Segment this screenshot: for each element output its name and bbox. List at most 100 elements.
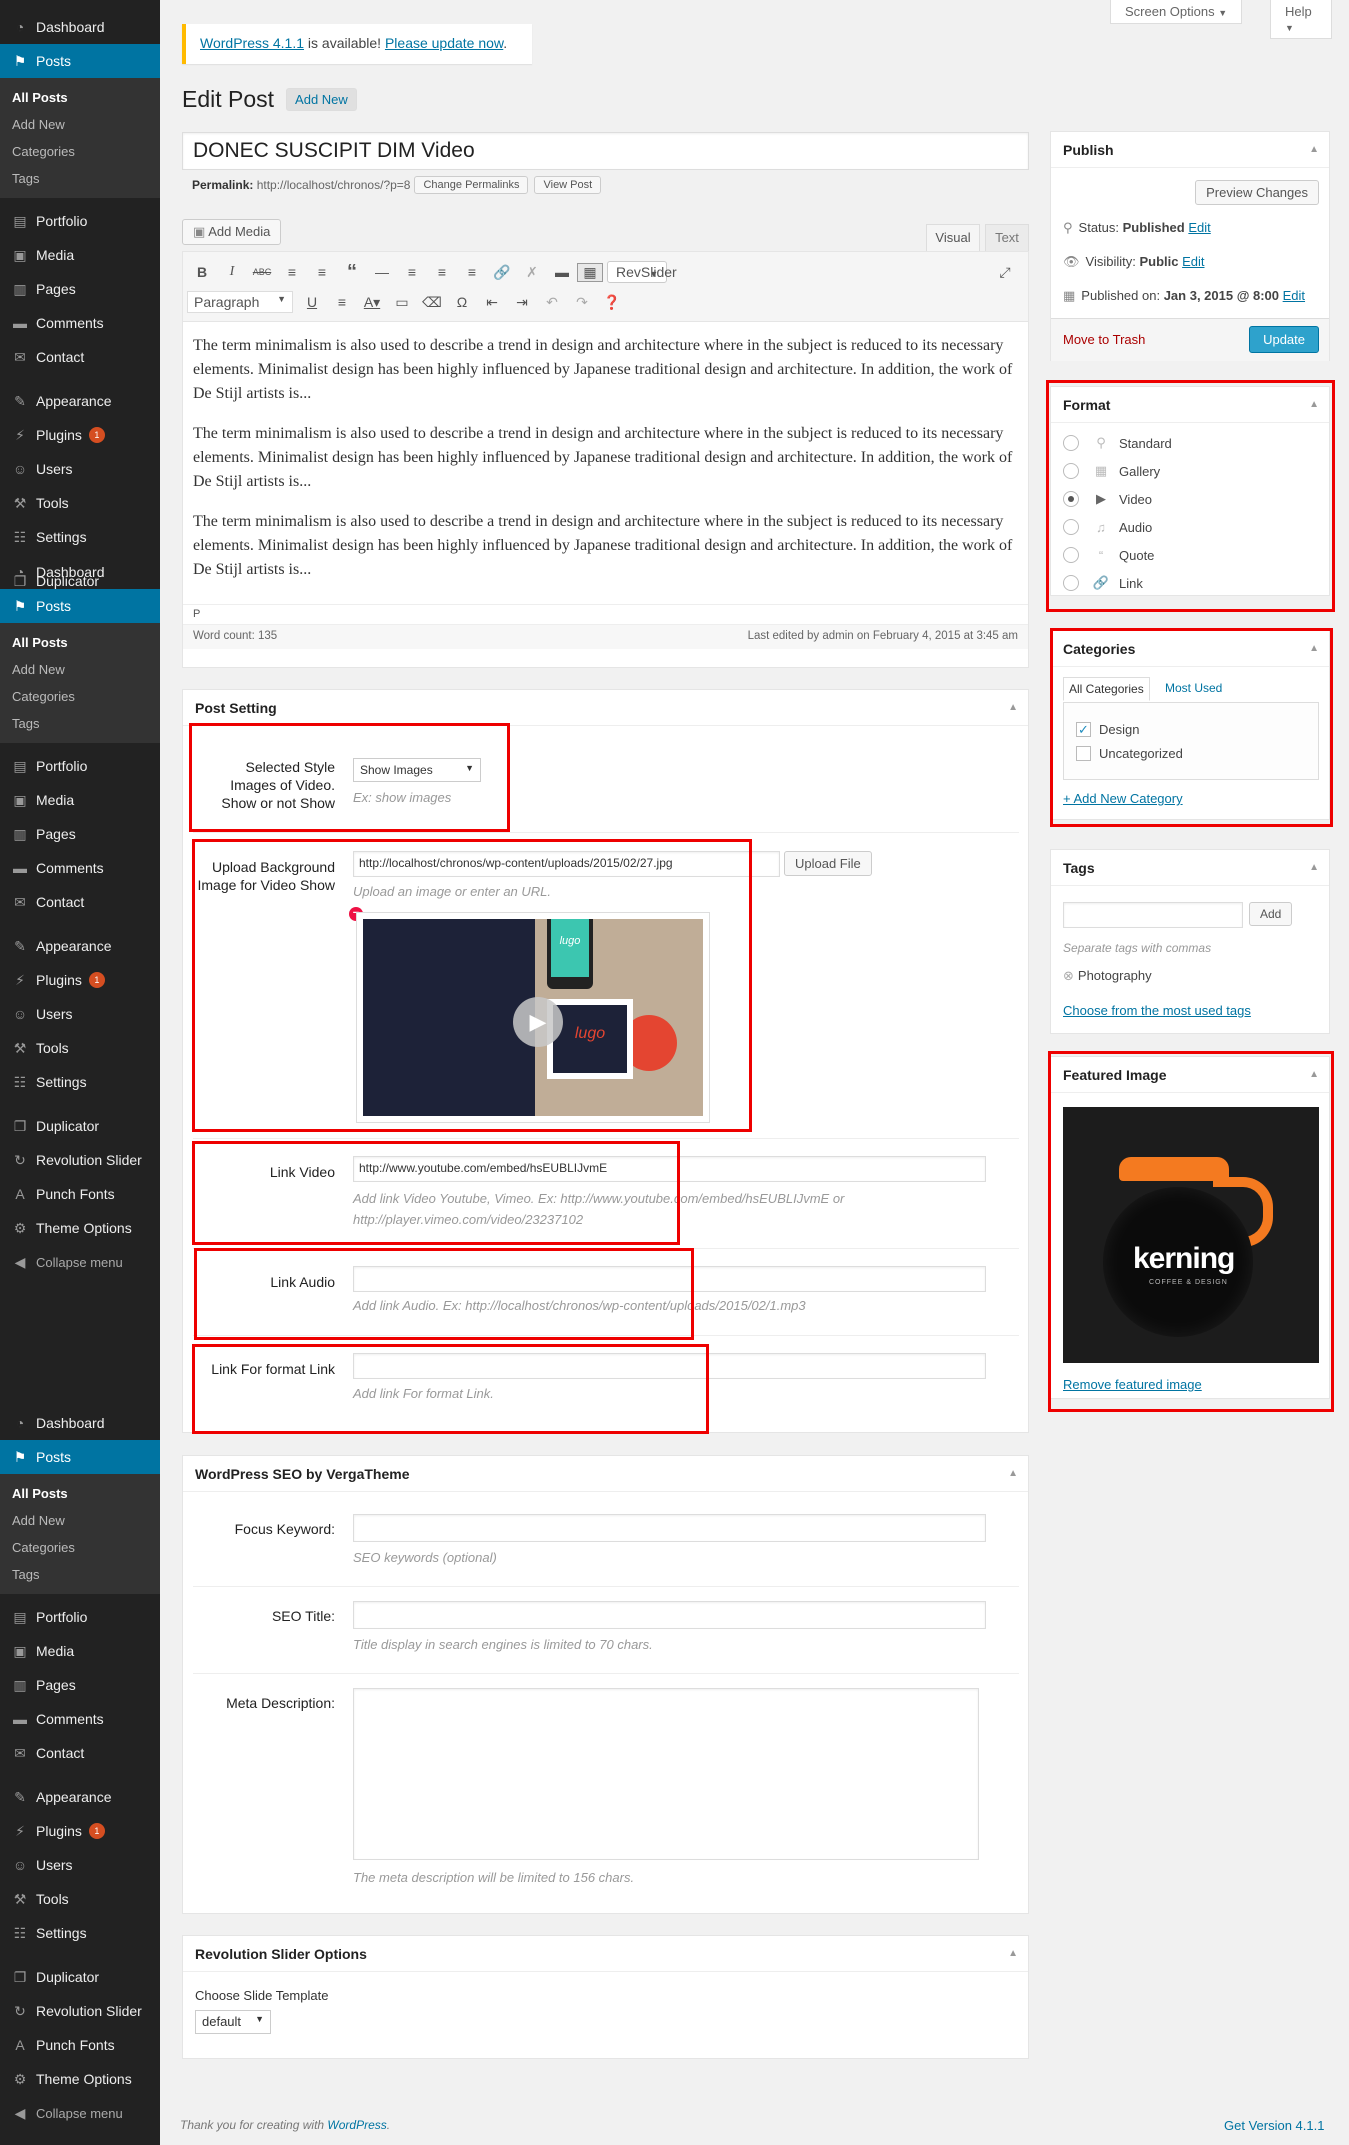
radio-button[interactable] [1063, 463, 1079, 479]
sidebar-item-theme-options[interactable]: ⚙ Theme Options [0, 1211, 160, 1245]
sidebar-item-settings[interactable]: ☷ Settings [0, 1916, 160, 1950]
format-option-gallery[interactable]: ▦ Gallery [1063, 457, 1172, 485]
sidebar-item-plugins[interactable]: ⚡ Plugins 1 [0, 963, 160, 997]
tab-visual[interactable]: Visual [926, 224, 980, 251]
sidebar-item-dashboard[interactable]: ◔ Dashboard [0, 10, 160, 44]
align-left-icon[interactable]: ≡ [397, 264, 427, 280]
submenu-item-all-posts[interactable]: All Posts [0, 629, 160, 656]
link-audio-input[interactable] [353, 1266, 986, 1292]
submenu-item-categories[interactable]: Categories [0, 1534, 160, 1561]
clear-formatting-icon[interactable]: ⌫ [417, 294, 447, 311]
sidebar-item-comments[interactable]: ▬ Comments [0, 1702, 160, 1736]
focus-keyword-input[interactable] [353, 1514, 986, 1542]
featured-image-thumbnail[interactable]: kerning COFFEE & DESIGN [1063, 1107, 1319, 1363]
revslider-dropdown[interactable]: RevSlider ▼ [607, 261, 677, 283]
help-icon[interactable]: ❓ [597, 294, 627, 311]
format-option-audio[interactable]: ♫ Audio [1063, 513, 1172, 541]
tab-text[interactable]: Text [985, 224, 1029, 251]
underline-icon[interactable]: U [297, 294, 327, 310]
collapse-menu-button[interactable]: ◀ Collapse menu [0, 2096, 160, 2130]
outdent-icon[interactable]: ⇤ [477, 294, 507, 311]
sidebar-item-users[interactable]: ☺ Users [0, 1848, 160, 1882]
sidebar-item-pages[interactable]: ▥ Pages [0, 817, 160, 851]
collapse-arrow-icon[interactable]: ▲ [1309, 850, 1319, 886]
radio-button[interactable] [1063, 547, 1079, 563]
strikethrough-icon[interactable]: ABC [247, 267, 277, 277]
unlink-icon[interactable]: ✗ [517, 264, 547, 281]
add-tag-button[interactable]: Add [1249, 902, 1293, 926]
permalink-url[interactable]: http://localhost/chronos/?p=8 [257, 178, 411, 192]
radio-button[interactable] [1063, 575, 1079, 591]
sidebar-item-revolution-slider[interactable]: ↻ Revolution Slider [0, 1994, 160, 2028]
format-option-link[interactable]: 🔗 Link [1063, 569, 1172, 597]
submenu-item-all-posts[interactable]: All Posts [0, 84, 160, 111]
sidebar-item-contact[interactable]: ✉ Contact [0, 1736, 160, 1770]
sidebar-item-media[interactable]: ▣ Media [0, 238, 160, 272]
submenu-item-add-new[interactable]: Add New [0, 656, 160, 683]
view-post-button[interactable]: View Post [534, 176, 602, 194]
remove-featured-image-link[interactable]: Remove featured image [1063, 1377, 1202, 1392]
sidebar-item-portfolio[interactable]: ▤ Portfolio [0, 749, 160, 783]
editor-content[interactable]: The term minimalism is also used to desc… [183, 322, 1028, 604]
submenu-item-add-new[interactable]: Add New [0, 1507, 160, 1534]
radio-button[interactable] [1063, 491, 1079, 507]
choose-tags-link[interactable]: Choose from the most used tags [1063, 1003, 1251, 1018]
sidebar-item-comments[interactable]: ▬ Comments [0, 851, 160, 885]
blockquote-icon[interactable]: “ [337, 261, 367, 284]
sidebar-item-pages[interactable]: ▥ Pages [0, 272, 160, 306]
bullet-list-icon[interactable]: ≡ [277, 264, 307, 280]
upload-file-button[interactable]: Upload File [784, 851, 872, 876]
edit-status-link[interactable]: Edit [1188, 220, 1210, 235]
category-item[interactable]: ✓ Design [1076, 717, 1306, 741]
format-option-standard[interactable]: ⚲ Standard [1063, 429, 1172, 457]
remove-tag-icon[interactable]: ⊗ [1063, 968, 1074, 983]
toolbar-toggle-icon[interactable]: ▦ [577, 262, 603, 282]
paste-text-icon[interactable]: ▭ [387, 294, 417, 311]
submenu-item-categories[interactable]: Categories [0, 683, 160, 710]
sidebar-item-tools[interactable]: ⚒ Tools [0, 1031, 160, 1065]
sidebar-item-pages[interactable]: ▥ Pages [0, 1668, 160, 1702]
sidebar-item-plugins[interactable]: ⚡ Plugins 1 [0, 418, 160, 452]
collapse-arrow-icon[interactable]: ▲ [1008, 690, 1018, 726]
sidebar-item-appearance[interactable]: ✎ Appearance [0, 384, 160, 418]
background-image-input[interactable]: http://localhost/chronos/wp-content/uplo… [353, 851, 780, 877]
sidebar-item-settings[interactable]: ☷ Settings [0, 520, 160, 554]
sidebar-item-portfolio[interactable]: ▤ Portfolio [0, 1600, 160, 1634]
get-version-link[interactable]: Get Version 4.1.1 [1224, 2118, 1324, 2133]
sidebar-item-tools[interactable]: ⚒ Tools [0, 1882, 160, 1916]
sidebar-item-dashboard[interactable]: ◔ Dashboard [0, 1406, 160, 1440]
submenu-item-tags[interactable]: Tags [0, 1561, 160, 1588]
sidebar-item-posts[interactable]: ⚑ Posts [0, 44, 160, 78]
wp-version-link[interactable]: WordPress 4.1.1 [200, 35, 304, 51]
sidebar-item-media[interactable]: ▣ Media [0, 1634, 160, 1668]
update-button[interactable]: Update [1249, 326, 1319, 353]
collapse-arrow-icon[interactable]: ▲ [1008, 1456, 1018, 1492]
change-permalinks-button[interactable]: Change Permalinks [414, 176, 529, 194]
sidebar-item-punch-fonts[interactable]: A Punch Fonts [0, 2028, 160, 2062]
seo-title-input[interactable] [353, 1601, 986, 1629]
radio-button[interactable] [1063, 519, 1079, 535]
move-to-trash-link[interactable]: Move to Trash [1063, 332, 1145, 347]
sidebar-item-contact[interactable]: ✉ Contact [0, 885, 160, 919]
play-icon[interactable]: ▶ [513, 997, 563, 1047]
slide-template-select[interactable]: default ▼ [195, 2010, 271, 2034]
collapse-arrow-icon[interactable]: ▲ [1309, 631, 1319, 667]
sidebar-item-posts[interactable]: ⚑ Posts [0, 1440, 160, 1474]
category-item[interactable]: Uncategorized [1076, 741, 1306, 765]
meta-description-textarea[interactable] [353, 1688, 979, 1860]
redo-icon[interactable]: ↷ [567, 294, 597, 311]
post-title-input[interactable]: DONEC SUSCIPIT DIM Video [182, 132, 1029, 170]
tab-most-used[interactable]: Most Used [1165, 681, 1222, 695]
sidebar-item-posts[interactable]: ⚑ Posts [0, 589, 160, 623]
collapse-arrow-icon[interactable]: ▲ [1309, 387, 1319, 423]
italic-icon[interactable]: I [217, 264, 247, 280]
checkbox-checked[interactable]: ✓ [1076, 721, 1091, 737]
sidebar-item-theme-options[interactable]: ⚙ Theme Options [0, 2062, 160, 2096]
link-format-input[interactable] [353, 1353, 986, 1379]
link-video-input[interactable]: http://www.youtube.com/embed/hsEUBLIJvmE [353, 1156, 986, 1182]
preview-changes-button[interactable]: Preview Changes [1195, 180, 1319, 205]
submenu-item-tags[interactable]: Tags [0, 165, 160, 192]
sidebar-item-settings[interactable]: ☷ Settings [0, 1065, 160, 1099]
add-new-category-link[interactable]: + Add New Category [1063, 791, 1183, 806]
read-more-icon[interactable]: ▬ [547, 264, 577, 280]
